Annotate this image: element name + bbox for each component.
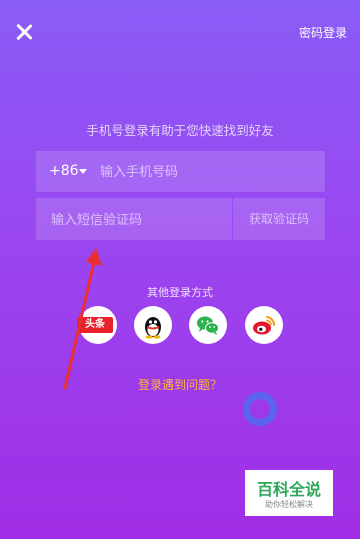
watermark-title: 百科全说 <box>256 480 321 499</box>
watermark-subtitle: 助你轻松解决 <box>265 500 313 509</box>
annotation-arrow-icon <box>63 248 102 390</box>
watermark-logo: 百科全说 助你轻松解决 <box>245 470 333 516</box>
